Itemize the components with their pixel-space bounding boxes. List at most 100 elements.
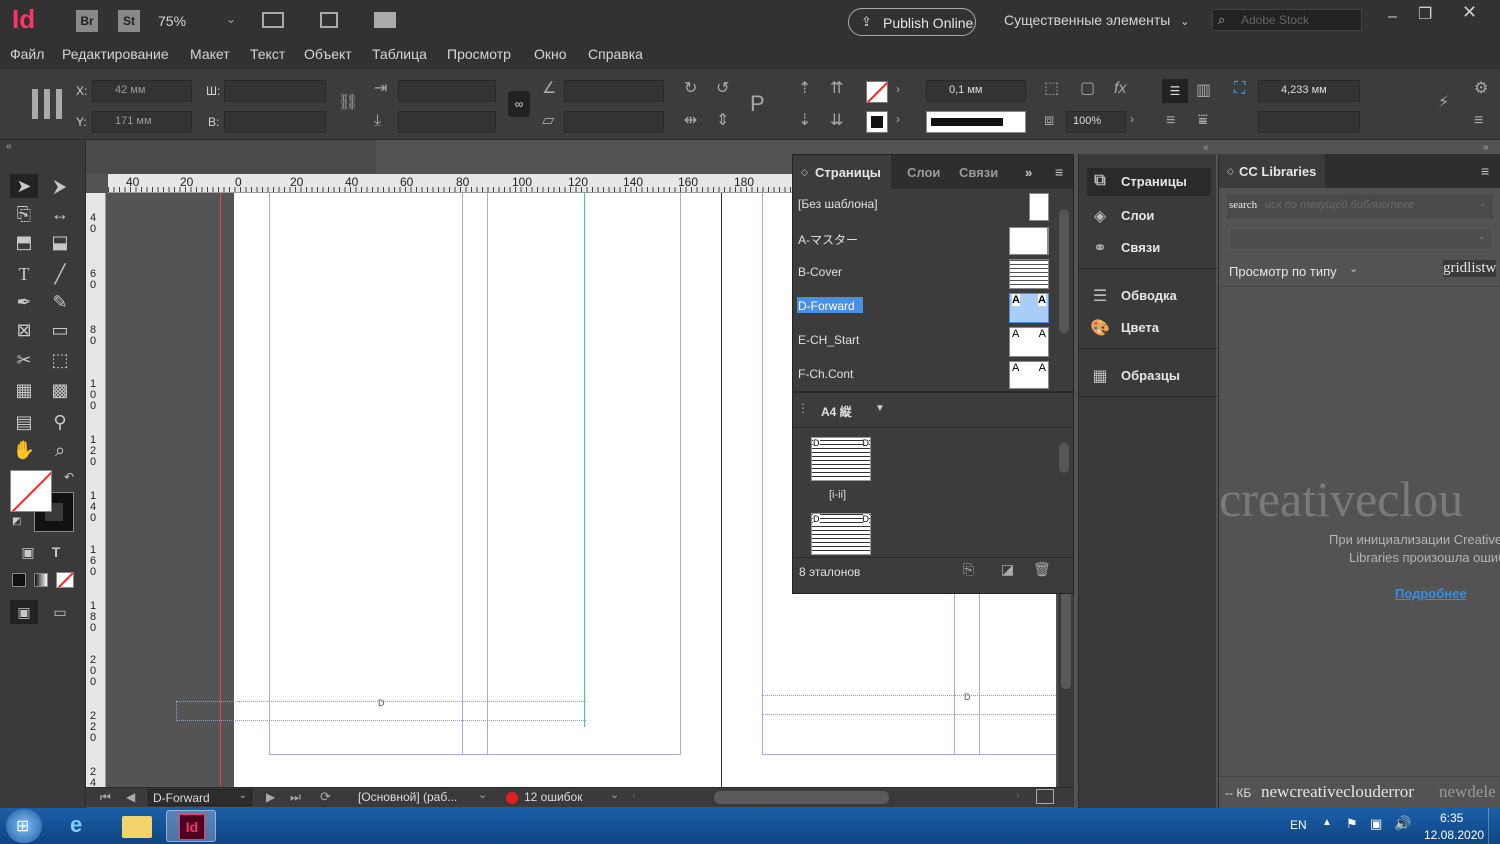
library-dropdown[interactable]: ⌄ [1229, 228, 1493, 250]
formatting-container-icon[interactable]: ▣ [14, 540, 42, 564]
stroke-swatch[interactable] [866, 111, 888, 133]
page-size-label[interactable]: A4 縦 [821, 403, 852, 420]
direct-selection-tool-icon[interactable]: ⮞ [46, 174, 74, 198]
selection-tool-icon[interactable]: ➤ [10, 174, 38, 198]
gradient-feather-tool-icon[interactable]: ▩ [46, 378, 74, 402]
line-tool-icon[interactable]: ╱ [46, 262, 74, 286]
panel-menu-icon[interactable]: ≡ [1055, 164, 1063, 180]
tray-expand-icon[interactable]: ▲ [1322, 817, 1332, 828]
chevron-down-icon[interactable]: ▼ [875, 403, 885, 414]
free-transform-tool-icon[interactable]: ⬚ [46, 348, 74, 372]
stock-search-input[interactable]: ⌕ Adobe Stock [1212, 9, 1362, 31]
select-content-icon[interactable]: ⇣ [798, 113, 811, 129]
fill-none-swatch[interactable] [866, 81, 888, 103]
drop-shadow-icon[interactable]: ▢ [1080, 81, 1095, 97]
width-field[interactable] [224, 80, 326, 102]
content-collector-icon[interactable]: ⬒ [10, 230, 38, 254]
collapse-icon[interactable]: « [6, 141, 12, 152]
select-container-icon[interactable]: ⇡ [798, 81, 811, 97]
learn-more-link[interactable]: Подробнее [1395, 586, 1467, 601]
rotate-cw-icon[interactable]: ↻ [684, 81, 697, 97]
bridge-button[interactable]: Br [76, 10, 98, 32]
chevron-down-icon[interactable]: ⌄ [1349, 262, 1358, 275]
flip-horizontal-icon[interactable]: ⇹ [684, 113, 697, 129]
rotation-field[interactable] [564, 80, 664, 102]
master-a[interactable]: A-マスター [798, 231, 858, 248]
horizontal-ruler[interactable]: 40 20 0 20 40 60 80 100 120 140 160 180 [108, 174, 792, 193]
dock-layers[interactable]: ◈ Слои [1087, 202, 1211, 230]
x-position-field[interactable]: 42 мм [92, 80, 192, 102]
type-tool-icon[interactable]: T [10, 262, 38, 286]
gutter-dropdown[interactable] [1258, 111, 1360, 133]
align-bottom-icon[interactable]: ⩸ [1198, 113, 1208, 129]
tab-layers[interactable]: Слои [907, 165, 940, 180]
workspace-switcher[interactable]: Существенные элементы ⌄ [1004, 12, 1189, 28]
pen-tool-icon[interactable]: ✒ [10, 290, 38, 314]
pencil-tool-icon[interactable]: ✎ [46, 290, 74, 314]
volume-icon[interactable]: 🔊 [1394, 815, 1411, 832]
network-icon[interactable]: ▣ [1370, 816, 1382, 832]
next-page-icon[interactable]: ▶ [266, 790, 275, 804]
cc-libraries-title[interactable]: CC Libraries [1239, 164, 1316, 179]
error-count[interactable]: 12 ошибок [524, 790, 582, 804]
effects-fx-icon[interactable]: fx [1114, 81, 1126, 97]
stroke-type-dropdown[interactable] [926, 111, 1026, 133]
tab-links[interactable]: Связи [959, 165, 998, 180]
chevron-down-icon[interactable]: ⌄ [478, 788, 487, 801]
scroll-thumb[interactable] [1059, 209, 1069, 333]
scale-y-field[interactable] [398, 111, 496, 133]
preflight-profile[interactable]: [Основной] (раб... [358, 790, 457, 804]
stock-button[interactable]: St [118, 10, 140, 32]
more-tabs-icon[interactable]: » [1025, 165, 1032, 180]
grid-list-toggle[interactable]: gridlistw [1443, 260, 1497, 277]
apply-gradient-icon[interactable] [34, 573, 48, 587]
first-page-icon[interactable]: ⏮ [100, 790, 111, 805]
gradient-swatch-tool-icon[interactable]: ▦ [10, 378, 38, 402]
dock-stroke[interactable]: ☰ Обводка [1087, 282, 1211, 310]
zoom-tool-icon[interactable]: ⌕ [46, 438, 74, 462]
rectangle-tool-icon[interactable]: ▭ [46, 318, 74, 342]
hand-tool-icon[interactable]: ✋ [10, 438, 38, 462]
dock-links[interactable]: ⚭ Связи [1087, 234, 1211, 262]
opacity-field[interactable]: 100% [1066, 111, 1126, 133]
reference-point-icon[interactable] [32, 89, 62, 119]
shear-icon[interactable]: ▱ [542, 113, 554, 129]
page-number-field[interactable]: D-Forward ⌄ [148, 789, 252, 806]
master-e-ch-start[interactable]: E-CH_Start [798, 333, 859, 347]
explorer-taskbar-button[interactable] [112, 810, 162, 842]
lightning-icon[interactable]: ⚡ [1438, 95, 1449, 111]
fill-swatch[interactable] [10, 470, 52, 512]
shear-field[interactable] [564, 111, 664, 133]
action-center-flag-icon[interactable]: ⚑ [1346, 816, 1358, 832]
clock-time[interactable]: 6:35 [1440, 811, 1463, 825]
cc-search-input[interactable]: search иск по текущей библиотеке ⌄ [1227, 194, 1493, 218]
select-previous-icon[interactable]: ⇈ [830, 81, 843, 97]
scroll-thumb[interactable] [1059, 443, 1069, 473]
rectangle-frame-tool-icon[interactable]: ⊠ [10, 318, 38, 342]
collapse-icon[interactable]: » [1483, 142, 1489, 153]
page-tool-icon[interactable]: ⎘ [10, 202, 38, 226]
panel-divider[interactable] [793, 391, 1073, 393]
left-page[interactable] [234, 193, 722, 787]
panel-menu-icon[interactable]: ≡ [1474, 113, 1483, 129]
scroll-right-icon[interactable]: › [1016, 790, 1020, 802]
stroke-weight-field[interactable]: 0,1 мм [926, 80, 1026, 102]
flip-vertical-icon[interactable]: ⇕ [716, 113, 729, 129]
master-f-ch-cont[interactable]: F-Ch.Cont [798, 367, 853, 381]
opacity-arrow-icon[interactable]: › [1130, 113, 1134, 125]
horizontal-scroll-thumb[interactable] [714, 791, 889, 804]
gap-tool-icon[interactable]: ↔ [46, 202, 74, 226]
spread-thumbnail[interactable]: D D [811, 513, 871, 555]
language-indicator[interactable]: EN [1290, 818, 1307, 832]
chevron-down-icon[interactable]: ⌄ [610, 788, 619, 801]
close-icon[interactable]: ✕ [1462, 2, 1477, 23]
vertical-ruler[interactable]: 4 0 6 0 8 0 1 0 0 1 2 0 1 4 0 1 6 0 1 8 … [86, 193, 106, 787]
y-position-field[interactable]: 171 мм [92, 111, 192, 133]
menu-table[interactable]: Таблица [372, 46, 427, 62]
scale-x-icon[interactable]: ⇥ [374, 81, 387, 97]
height-field[interactable] [224, 111, 326, 133]
menu-help[interactable]: Справка [588, 46, 643, 62]
content-placer-icon[interactable]: ⬓ [46, 230, 74, 254]
menu-view[interactable]: Просмотр [447, 46, 511, 62]
rotate-angle-icon[interactable]: ∠ [542, 81, 556, 97]
